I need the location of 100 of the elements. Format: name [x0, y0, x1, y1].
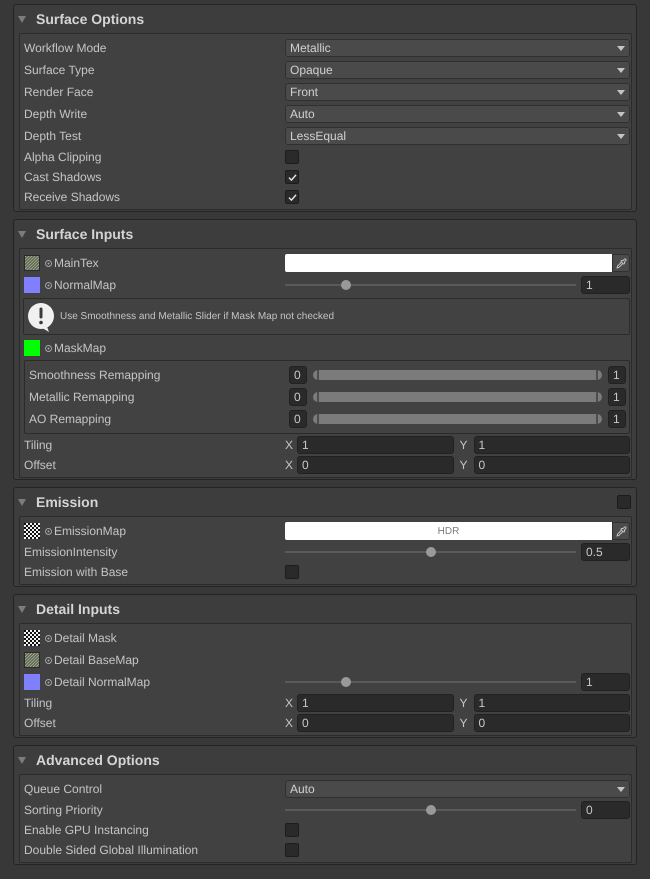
- caret-down-icon: [617, 90, 625, 94]
- axis-label: Y: [460, 437, 469, 454]
- slider-track[interactable]: [285, 677, 576, 687]
- checkbox[interactable]: [285, 823, 299, 837]
- number-field[interactable]: 1: [297, 436, 454, 454]
- foldout-header[interactable]: Surface Options: [18, 8, 144, 30]
- checkbox[interactable]: [285, 150, 299, 164]
- foldout-header[interactable]: Detail Inputs: [18, 598, 120, 620]
- eyedropper-button[interactable]: [612, 254, 630, 272]
- dropdown[interactable]: LessEqual: [285, 127, 630, 145]
- number-field[interactable]: 0: [289, 388, 307, 406]
- dot-circle-icon[interactable]: [45, 260, 52, 266]
- number-field[interactable]: 1: [608, 366, 626, 384]
- eyedropper-button[interactable]: [612, 522, 630, 540]
- checkerboard-icon[interactable]: [24, 630, 40, 646]
- number-field[interactable]: 0.5: [581, 543, 630, 561]
- range-slider-bar[interactable]: [313, 414, 602, 424]
- number-field[interactable]: 0: [581, 801, 630, 819]
- slider-thumb[interactable]: [426, 547, 436, 557]
- dropdown[interactable]: Opaque: [285, 61, 630, 79]
- hatch-pattern-icon[interactable]: [24, 652, 40, 668]
- dot-circle-icon[interactable]: [45, 678, 52, 686]
- field-label: Detail BaseMap: [54, 652, 139, 669]
- caret-down-icon: [617, 112, 625, 116]
- number-field[interactable]: 0: [289, 366, 307, 384]
- field-label: Depth Test: [24, 128, 82, 145]
- slider-thumb[interactable]: [341, 677, 352, 687]
- number-field[interactable]: 1: [474, 694, 630, 712]
- dropdown[interactable]: Metallic: [285, 39, 630, 57]
- number-field[interactable]: 1: [581, 276, 630, 294]
- color-swatch-icon[interactable]: [24, 277, 40, 293]
- number-field[interactable]: 1: [581, 673, 630, 691]
- checkmark-icon: [288, 174, 296, 180]
- field-label: Enable GPU Instancing: [24, 822, 150, 839]
- axis-label: X: [285, 437, 294, 454]
- field-label: AO Remapping: [29, 411, 112, 428]
- number-field[interactable]: 1: [608, 410, 626, 428]
- field-label: NormalMap: [54, 277, 116, 294]
- checkbox[interactable]: [285, 565, 299, 579]
- dot-circle-icon[interactable]: [45, 282, 52, 288]
- foldout-header[interactable]: Advanced Options: [18, 750, 160, 770]
- field-label: Receive Shadows: [24, 189, 122, 206]
- dot-circle-icon[interactable]: [45, 656, 52, 664]
- eyedropper-icon: [616, 526, 626, 536]
- caret-down-icon: [617, 134, 625, 138]
- foldout-header[interactable]: Surface Inputs: [18, 224, 134, 244]
- checkbox[interactable]: [285, 170, 299, 184]
- field-label: Workflow Mode: [24, 40, 108, 57]
- color-field[interactable]: [285, 254, 612, 272]
- checkmark-icon: [288, 194, 296, 200]
- slider-track[interactable]: [285, 547, 576, 557]
- field-label: Detail Mask: [54, 630, 117, 647]
- axis-label: X: [285, 695, 294, 712]
- field-label: Alpha Clipping: [24, 149, 102, 166]
- field-label: Tiling: [24, 695, 54, 712]
- slider-thumb[interactable]: [426, 805, 436, 815]
- info-bubble-icon: [27, 302, 55, 332]
- checkerboard-icon[interactable]: [24, 523, 40, 539]
- number-field[interactable]: 1: [297, 694, 454, 712]
- field-label: Offset: [24, 715, 57, 732]
- caret-down-icon: [617, 68, 625, 72]
- foldout-header[interactable]: Emission: [18, 492, 98, 512]
- dropdown[interactable]: Auto: [285, 780, 630, 798]
- slider-track[interactable]: [285, 280, 576, 290]
- checkbox[interactable]: [617, 495, 631, 509]
- field-label: Sorting Priority: [24, 802, 104, 819]
- hatch-pattern-icon[interactable]: [24, 255, 40, 271]
- field-label: Metallic Remapping: [29, 389, 136, 406]
- checkbox[interactable]: [285, 190, 299, 204]
- caret-down-icon: [617, 46, 625, 50]
- dot-circle-icon[interactable]: [45, 634, 52, 642]
- field-label: Emission with Base: [24, 564, 130, 581]
- field-label: MaskMap: [54, 340, 106, 357]
- dropdown[interactable]: Front: [285, 83, 630, 101]
- field-label: Detail NormalMap: [54, 674, 150, 691]
- field-label: Cast Shadows: [24, 169, 102, 186]
- checkbox[interactable]: [285, 843, 299, 857]
- range-slider-bar[interactable]: [313, 370, 602, 380]
- number-field[interactable]: 1: [474, 436, 630, 454]
- field-label: Depth Write: [24, 106, 88, 123]
- number-field[interactable]: 0: [289, 410, 307, 428]
- field-label: Render Face: [24, 84, 94, 101]
- dot-circle-icon[interactable]: [45, 528, 52, 534]
- color-swatch-icon[interactable]: [24, 340, 40, 356]
- color-field[interactable]: HDR: [285, 522, 612, 540]
- dot-circle-icon[interactable]: [45, 344, 52, 352]
- number-field[interactable]: 0: [474, 456, 630, 474]
- field-label: Smoothness Remapping: [29, 367, 162, 384]
- number-field[interactable]: 0: [474, 714, 630, 732]
- color-swatch-icon[interactable]: [24, 674, 40, 690]
- number-field[interactable]: 1: [608, 388, 626, 406]
- slider-track[interactable]: [285, 805, 576, 815]
- slider-thumb[interactable]: [341, 280, 352, 290]
- dropdown[interactable]: Auto: [285, 105, 630, 123]
- range-slider-bar[interactable]: [313, 392, 602, 402]
- number-field[interactable]: 0: [297, 456, 454, 474]
- field-label: Double Sided Global Illumination: [24, 842, 200, 859]
- field-label: Offset: [24, 457, 57, 474]
- axis-label: X: [285, 457, 294, 474]
- number-field[interactable]: 0: [297, 714, 454, 732]
